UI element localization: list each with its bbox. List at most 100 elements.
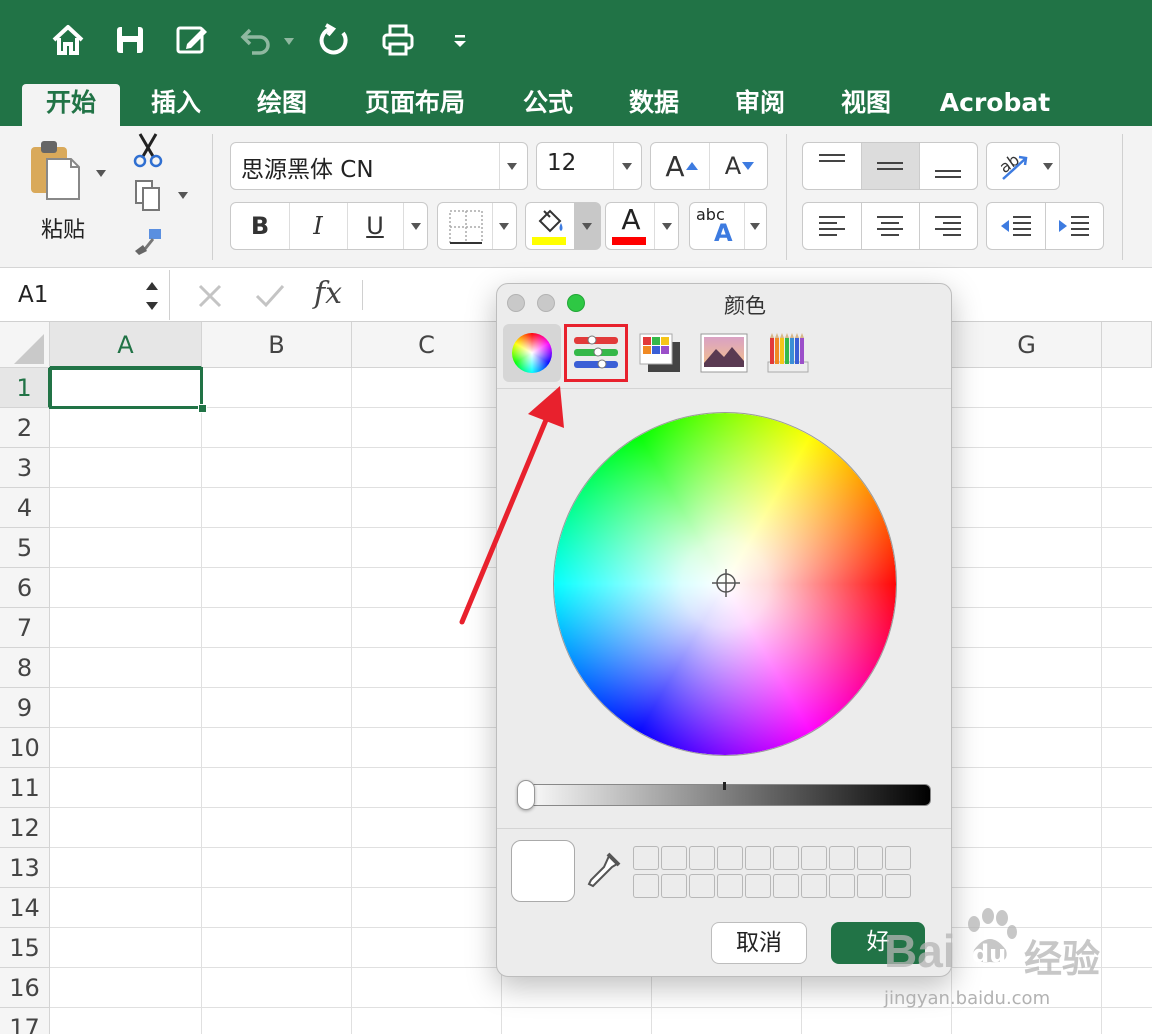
underline-dropdown-icon[interactable]	[411, 223, 421, 230]
fill-color-button[interactable]	[525, 202, 601, 250]
name-box[interactable]: A1	[0, 270, 170, 320]
font-size-select[interactable]: 12	[536, 142, 642, 190]
tab-view[interactable]: 视图	[826, 84, 906, 126]
custom-swatch-cell[interactable]	[661, 846, 687, 870]
row-header[interactable]: 13	[0, 848, 50, 888]
align-left-icon[interactable]	[817, 211, 847, 241]
row-header[interactable]: 2	[0, 408, 50, 448]
paste-dropdown-icon[interactable]	[96, 170, 106, 177]
decrease-indent-icon[interactable]	[999, 211, 1033, 241]
fill-color-dropdown-icon[interactable]	[582, 223, 592, 230]
custom-swatch-cell[interactable]	[717, 874, 743, 898]
insert-function-button[interactable]: fx	[314, 276, 342, 311]
column-header-h[interactable]	[1102, 322, 1152, 368]
grow-font-button[interactable]: A	[655, 145, 709, 187]
custom-swatch-cell[interactable]	[857, 846, 883, 870]
tab-draw[interactable]: 绘图	[242, 84, 322, 126]
pencils-tab[interactable]	[759, 324, 817, 382]
font-color-button[interactable]: A	[605, 202, 679, 250]
borders-dropdown-icon[interactable]	[499, 223, 509, 230]
borders-button[interactable]	[437, 202, 517, 250]
tab-home[interactable]: 开始	[22, 84, 120, 126]
row-header[interactable]: 10	[0, 728, 50, 768]
row-header[interactable]: 14	[0, 888, 50, 928]
cancel-button[interactable]: 取消	[711, 922, 807, 964]
palettes-tab[interactable]	[631, 324, 689, 382]
increase-indent-icon[interactable]	[1057, 211, 1091, 241]
custom-swatch-cell[interactable]	[773, 846, 799, 870]
print-icon[interactable]	[378, 20, 418, 60]
custom-swatch-cell[interactable]	[829, 846, 855, 870]
row-header[interactable]: 1	[0, 368, 50, 408]
row-header[interactable]: 7	[0, 608, 50, 648]
row-header[interactable]: 16	[0, 968, 50, 1008]
custom-swatch-cell[interactable]	[801, 874, 827, 898]
select-all-corner[interactable]	[0, 322, 50, 368]
custom-swatch-cell[interactable]	[885, 846, 911, 870]
undo-dropdown-icon[interactable]	[284, 38, 294, 45]
orientation-button[interactable]: ab	[986, 142, 1060, 190]
underline-button[interactable]: U	[347, 205, 403, 247]
fill-handle[interactable]	[198, 404, 207, 413]
copy-icon[interactable]	[132, 178, 164, 214]
bold-button[interactable]: B	[231, 205, 289, 247]
row-header[interactable]: 17	[0, 1008, 50, 1034]
column-header-b[interactable]: B	[202, 322, 352, 368]
italic-button[interactable]: I	[289, 205, 347, 247]
row-header[interactable]: 4	[0, 488, 50, 528]
row-header[interactable]: 12	[0, 808, 50, 848]
tab-acrobat[interactable]: Acrobat	[934, 84, 1056, 126]
tab-data[interactable]: 数据	[614, 84, 694, 126]
copy-dropdown-icon[interactable]	[178, 192, 188, 199]
custom-swatch-cell[interactable]	[857, 874, 883, 898]
phonetic-dropdown-icon[interactable]	[750, 223, 760, 230]
tab-formulas[interactable]: 公式	[508, 84, 588, 126]
align-top-icon[interactable]	[817, 151, 847, 181]
custom-swatch-cell[interactable]	[745, 846, 771, 870]
custom-swatch-cell[interactable]	[801, 846, 827, 870]
custom-swatch-cell[interactable]	[689, 846, 715, 870]
format-painter-icon[interactable]	[130, 224, 166, 258]
color-wheel-tab[interactable]	[503, 324, 561, 382]
custom-swatch-cell[interactable]	[717, 846, 743, 870]
font-color-dropdown-icon[interactable]	[662, 223, 672, 230]
row-header[interactable]: 6	[0, 568, 50, 608]
row-header[interactable]: 11	[0, 768, 50, 808]
custom-swatch-cell[interactable]	[829, 874, 855, 898]
align-right-icon[interactable]	[933, 211, 963, 241]
edit-icon[interactable]	[172, 20, 212, 60]
eyedropper-icon[interactable]	[585, 852, 621, 892]
column-header-c[interactable]: C	[352, 322, 502, 368]
current-color-swatch[interactable]	[511, 840, 575, 902]
row-header[interactable]: 3	[0, 448, 50, 488]
font-name-select[interactable]: 思源黑体 CN	[230, 142, 528, 190]
row-header[interactable]: 8	[0, 648, 50, 688]
cut-icon[interactable]	[130, 132, 166, 168]
tab-page-layout[interactable]: 页面布局	[350, 84, 480, 126]
custom-swatch-cell[interactable]	[773, 874, 799, 898]
custom-swatch-cell[interactable]	[633, 874, 659, 898]
column-header-g[interactable]: G	[952, 322, 1102, 368]
row-header[interactable]: 15	[0, 928, 50, 968]
align-bottom-icon[interactable]	[933, 151, 963, 181]
custom-swatch-cell[interactable]	[745, 874, 771, 898]
phonetic-button[interactable]: abc A	[689, 202, 767, 250]
customize-icon[interactable]	[440, 20, 480, 60]
name-box-stepper-icon[interactable]	[144, 278, 160, 314]
cancel-entry-icon[interactable]	[196, 282, 224, 310]
paste-label[interactable]: 粘贴	[30, 212, 96, 244]
row-header[interactable]: 5	[0, 528, 50, 568]
custom-swatch-cell[interactable]	[661, 874, 687, 898]
crosshair-icon[interactable]	[711, 568, 741, 598]
redo-icon[interactable]	[314, 20, 354, 60]
column-header-a[interactable]: A	[50, 322, 202, 368]
tab-insert[interactable]: 插入	[136, 84, 216, 126]
custom-swatch-cell[interactable]	[885, 874, 911, 898]
tab-review[interactable]: 审阅	[720, 84, 800, 126]
align-middle-icon[interactable]	[875, 151, 905, 181]
shrink-font-button[interactable]: A	[713, 145, 767, 187]
font-name-dropdown-icon[interactable]	[507, 163, 517, 170]
brightness-slider-thumb[interactable]	[517, 780, 535, 810]
undo-icon[interactable]	[236, 20, 276, 60]
save-icon[interactable]	[110, 20, 150, 60]
